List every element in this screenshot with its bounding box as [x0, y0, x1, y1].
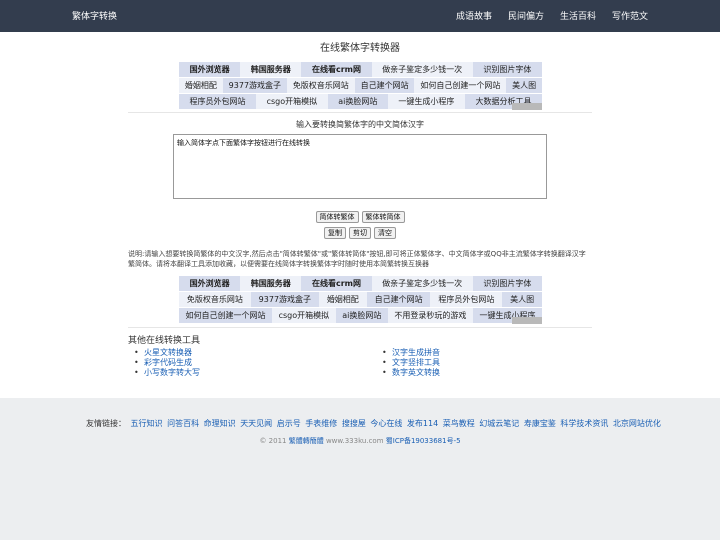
friend-link[interactable]: 手表维修: [305, 419, 337, 428]
ad-link[interactable]: 韩国服务器: [240, 62, 302, 77]
ad-link[interactable]: ai换脸网站: [335, 308, 388, 323]
ad-row: 免版权音乐网站 9377游戏盒子 婚姻相配 自己建个网站 程序员外包网站 美人图: [179, 292, 543, 307]
ad-badge-icon: [512, 103, 542, 110]
to-simplified-button[interactable]: 繁体转简体: [361, 211, 405, 223]
ad-link[interactable]: 国外浏览器: [179, 62, 241, 77]
ad-link[interactable]: 9377游戏盒子: [222, 78, 287, 93]
page-title: 在线繁体字转换器: [320, 43, 400, 54]
site-brand[interactable]: 繁体字转换: [72, 9, 117, 22]
ad-link[interactable]: 不用登录秒玩的游戏: [387, 308, 473, 323]
friend-link[interactable]: 五行知识: [131, 419, 163, 428]
ad-link[interactable]: 程序员外包网站: [179, 94, 257, 109]
tool-link[interactable]: 文字竖排工具: [382, 358, 440, 368]
friend-links: 友情链接： 五行知识 问答百科 命理知识 天天见闻 启示号 手表维修 搜搜屋 今…: [86, 418, 661, 429]
ad-row: 国外浏览器 韩国服务器 在线看crm网 做亲子鉴定多少钱一次 识别图片字体: [179, 276, 542, 291]
tool-link[interactable]: 汉字生成拼音: [382, 348, 440, 358]
friend-link[interactable]: 天天见闻: [240, 419, 272, 428]
ad-link[interactable]: 婚姻相配: [318, 292, 367, 307]
friend-link[interactable]: 北京网站优化: [613, 419, 661, 428]
tool-link[interactable]: 彩字代码生成: [134, 358, 200, 368]
convert-button-row: 简体转繁体 繁体转简体: [0, 211, 720, 223]
friend-link[interactable]: 问答百科: [167, 419, 199, 428]
to-traditional-button[interactable]: 简体转繁体: [315, 211, 359, 223]
friend-link[interactable]: 命理知识: [204, 419, 236, 428]
copyright-site-name[interactable]: 繁體轉簡體: [289, 437, 324, 445]
ad-row: 程序员外包网站 csgo开箱模拟 ai换脸网站 一键生成小程序 大数据分析工具: [179, 94, 542, 109]
friend-link[interactable]: 科学技术资讯: [560, 419, 608, 428]
top-navbar: 繁体字转换 成语故事 民间偏方 生活百科 写作范文: [0, 0, 720, 32]
ad-link-block-top: 国外浏览器 韩国服务器 在线看crm网 做亲子鉴定多少钱一次 识别图片字体 婚姻…: [179, 62, 543, 110]
ad-row: 婚姻相配 9377游戏盒子 免版权音乐网站 自己建个网站 如何自己创建一个网站 …: [179, 78, 543, 93]
ad-link[interactable]: csgo开箱模拟: [272, 308, 336, 323]
friend-link[interactable]: 今心在线: [370, 419, 402, 428]
tool-link[interactable]: 数字英文转换: [382, 368, 440, 378]
divider: [128, 327, 592, 328]
ad-link[interactable]: ai换脸网站: [327, 94, 388, 109]
nav-item-life-encyclopedia[interactable]: 生活百科: [560, 9, 596, 22]
cut-button[interactable]: 剪切: [349, 227, 371, 239]
copyright: © 2011 繁體轉簡體 www.333ku.com 蜀ICP备19033681…: [0, 436, 720, 446]
ad-link[interactable]: 识别图片字体: [472, 62, 542, 77]
ad-link[interactable]: 自己建个网站: [366, 292, 431, 307]
divider: [128, 112, 592, 113]
friend-link[interactable]: 菜鸟教程: [443, 419, 475, 428]
friend-link[interactable]: 启示号: [277, 419, 301, 428]
friend-link[interactable]: 发布114: [407, 419, 438, 428]
input-label: 输入要转换简繁体字的中文简体汉字: [296, 120, 424, 129]
tools-list-left: 火星文转换器 彩字代码生成 小写数字转大写: [134, 348, 200, 378]
usage-description: 说明:请输入想要转换简繁体的中文汉字,然后点击"简体转繁体"或"繁体转简体"按钮…: [128, 250, 586, 268]
conversion-textarea[interactable]: 输入简体字点下面繁体字按钮进行在线转换: [173, 134, 547, 199]
ad-link[interactable]: 国外浏览器: [179, 276, 241, 291]
ad-link[interactable]: 识别图片字体: [472, 276, 542, 291]
friend-link[interactable]: 搜搜屋: [342, 419, 366, 428]
ad-link[interactable]: 免版权音乐网站: [286, 78, 355, 93]
ad-link[interactable]: 程序员外包网站: [430, 292, 503, 307]
nav-item-writing-samples[interactable]: 写作范文: [612, 9, 648, 22]
copy-button[interactable]: 复制: [324, 227, 346, 239]
tools-list-right: 汉字生成拼音 文字竖排工具 数字英文转换: [382, 348, 440, 378]
top-nav: 成语故事 民间偏方 生活百科 写作范文: [456, 9, 648, 22]
ad-link[interactable]: 在线看crm网: [301, 276, 372, 291]
ad-link[interactable]: 做亲子鉴定多少钱一次: [371, 62, 473, 77]
ad-link[interactable]: 如何自己创建一个网站: [414, 78, 507, 93]
ad-link[interactable]: 美人图: [502, 292, 543, 307]
friend-links-label: 友情链接：: [86, 419, 126, 428]
ad-link[interactable]: 美人图: [506, 78, 543, 93]
ad-link[interactable]: csgo开箱模拟: [256, 94, 328, 109]
ad-link[interactable]: 婚姻相配: [179, 78, 223, 93]
copyright-domain: www.333ku.com: [325, 437, 384, 445]
clear-button[interactable]: 清空: [374, 227, 396, 239]
ad-link[interactable]: 如何自己创建一个网站: [179, 308, 273, 323]
tool-link[interactable]: 火星文转换器: [134, 348, 200, 358]
friend-link[interactable]: 幻城云笔记: [479, 419, 519, 428]
icp-link[interactable]: 蜀ICP备19033681号-5: [386, 437, 461, 445]
nav-item-folk-remedies[interactable]: 民间偏方: [508, 9, 544, 22]
ad-link[interactable]: 做亲子鉴定多少钱一次: [371, 276, 473, 291]
ad-badge-icon: [512, 317, 542, 324]
copyright-year: © 2011: [259, 437, 287, 445]
friend-link[interactable]: 寿康宝鉴: [524, 419, 556, 428]
nav-item-idiom-stories[interactable]: 成语故事: [456, 9, 492, 22]
ad-link[interactable]: 在线看crm网: [301, 62, 372, 77]
edit-button-row: 复制 剪切 清空: [0, 227, 720, 239]
ad-link[interactable]: 一键生成小程序: [387, 94, 465, 109]
tool-link[interactable]: 小写数字转大写: [134, 368, 200, 378]
ad-link-block-bottom: 国外浏览器 韩国服务器 在线看crm网 做亲子鉴定多少钱一次 识别图片字体 免版…: [179, 276, 543, 324]
ad-link[interactable]: 9377游戏盒子: [250, 292, 319, 307]
page-footer: 友情链接： 五行知识 问答百科 命理知识 天天见闻 启示号 手表维修 搜搜屋 今…: [0, 398, 720, 540]
ad-row: 如何自己创建一个网站 csgo开箱模拟 ai换脸网站 不用登录秒玩的游戏 一键生…: [179, 308, 542, 323]
ad-link[interactable]: 韩国服务器: [240, 276, 302, 291]
ad-link[interactable]: 自己建个网站: [354, 78, 415, 93]
ad-link[interactable]: 免版权音乐网站: [179, 292, 251, 307]
ad-row: 国外浏览器 韩国服务器 在线看crm网 做亲子鉴定多少钱一次 识别图片字体: [179, 62, 542, 77]
other-tools-heading: 其他在线转换工具: [128, 336, 201, 346]
